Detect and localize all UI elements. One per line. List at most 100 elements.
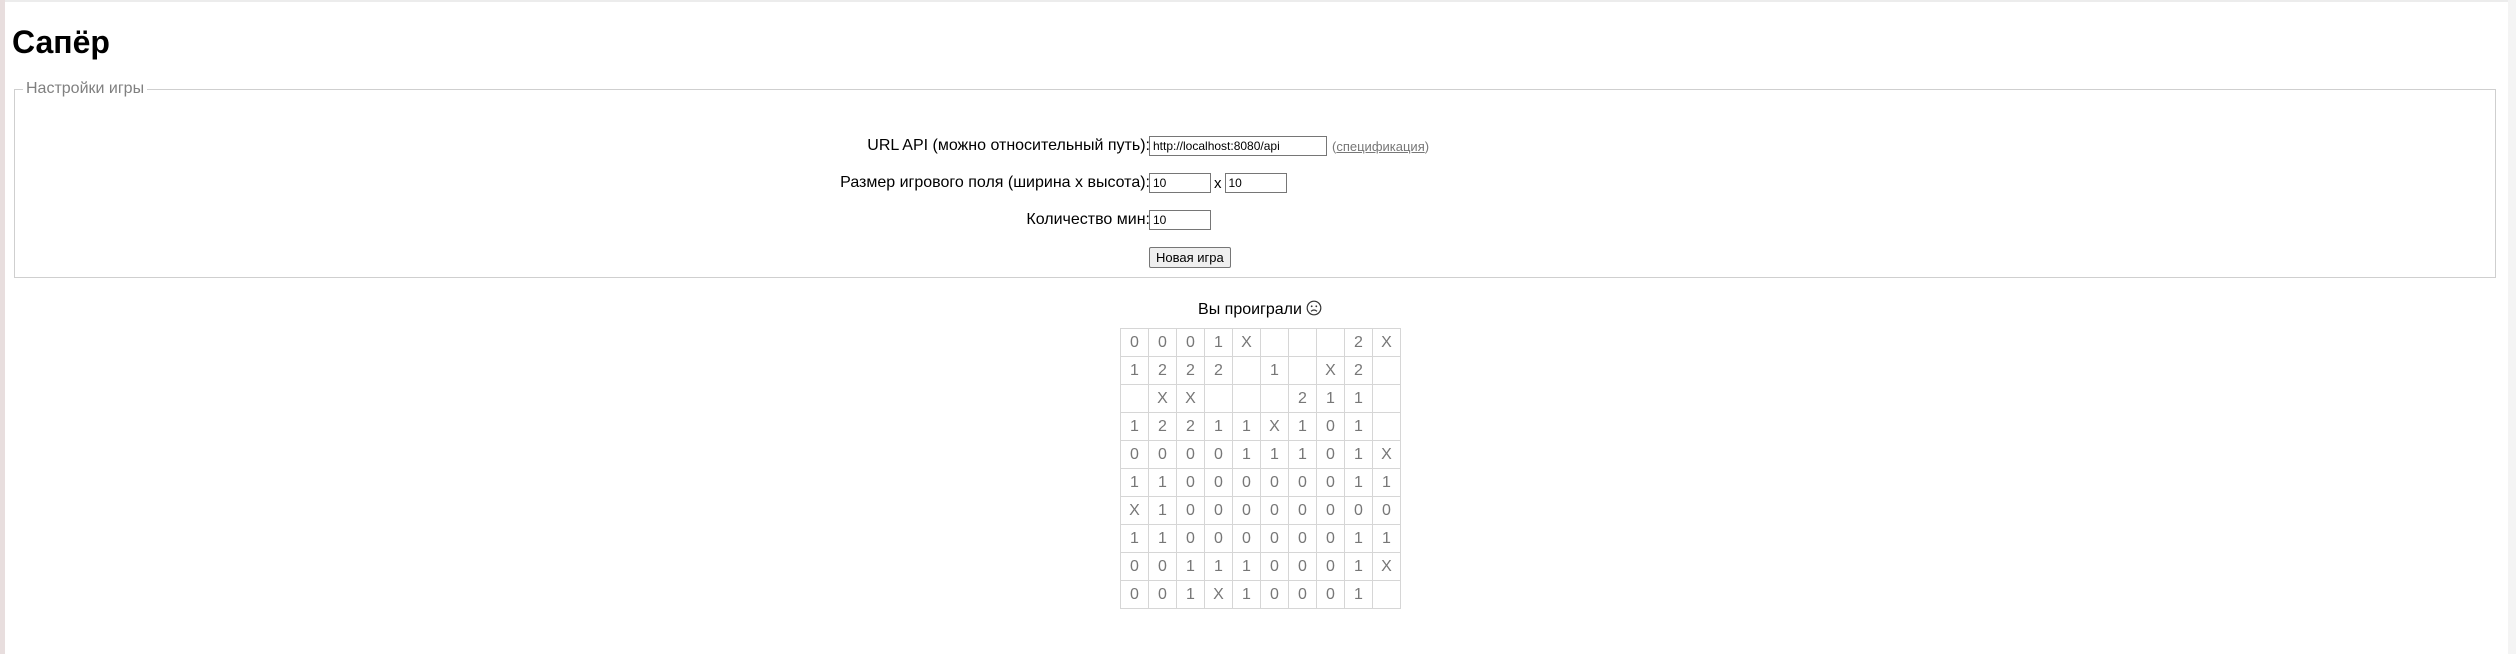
board-cell[interactable]: 0: [1148, 440, 1177, 469]
board-cell[interactable]: 0: [1344, 496, 1373, 525]
board-cell[interactable]: 2: [1288, 384, 1317, 413]
board-cell[interactable]: 1: [1316, 384, 1345, 413]
hidden-cell[interactable]: [1232, 384, 1261, 413]
height-input[interactable]: [1224, 173, 1287, 193]
board-cell[interactable]: 1: [1176, 552, 1205, 581]
spec-link[interactable]: спецификация: [1336, 139, 1424, 154]
hidden-cell[interactable]: [1372, 580, 1401, 609]
hidden-cell[interactable]: [1288, 328, 1317, 357]
mine-cell[interactable]: X: [1120, 496, 1149, 525]
mine-cell[interactable]: X: [1316, 356, 1345, 385]
mine-cell[interactable]: X: [1204, 580, 1233, 609]
board-cell[interactable]: 0: [1288, 552, 1317, 581]
new-game-button[interactable]: Новая игра: [1149, 246, 1231, 268]
board-cell[interactable]: 1: [1148, 468, 1177, 497]
board-cell[interactable]: 1: [1232, 552, 1261, 581]
board-cell[interactable]: 2: [1344, 356, 1373, 385]
hidden-cell[interactable]: [1260, 384, 1289, 413]
board-cell[interactable]: 1: [1344, 552, 1373, 581]
board-cell[interactable]: 0: [1316, 524, 1345, 553]
board-cell[interactable]: 0: [1232, 496, 1261, 525]
board-cell[interactable]: 1: [1204, 412, 1233, 441]
board-cell[interactable]: 0: [1176, 328, 1205, 357]
board-cell[interactable]: 1: [1148, 524, 1177, 553]
board-cell[interactable]: 0: [1260, 524, 1289, 553]
board-cell[interactable]: 0: [1316, 580, 1345, 609]
board-cell[interactable]: 0: [1288, 524, 1317, 553]
board-cell[interactable]: 0: [1120, 552, 1149, 581]
board-cell[interactable]: 1: [1372, 524, 1401, 553]
mine-cell[interactable]: X: [1372, 328, 1401, 357]
board-cell[interactable]: 0: [1176, 524, 1205, 553]
board-cell[interactable]: 0: [1260, 580, 1289, 609]
mine-cell[interactable]: X: [1260, 412, 1289, 441]
board-cell[interactable]: 0: [1316, 496, 1345, 525]
board-cell[interactable]: 1: [1344, 440, 1373, 469]
board-cell[interactable]: 1: [1260, 356, 1289, 385]
board-cell[interactable]: 1: [1120, 412, 1149, 441]
board-cell[interactable]: 1: [1232, 412, 1261, 441]
hidden-cell[interactable]: [1204, 384, 1233, 413]
board-cell[interactable]: 2: [1204, 356, 1233, 385]
api-url-input[interactable]: [1149, 136, 1327, 156]
hidden-cell[interactable]: [1372, 412, 1401, 441]
board-cell[interactable]: 0: [1120, 440, 1149, 469]
hidden-cell[interactable]: [1372, 384, 1401, 413]
hidden-cell[interactable]: [1372, 356, 1401, 385]
mine-cell[interactable]: X: [1148, 384, 1177, 413]
hidden-cell[interactable]: [1260, 328, 1289, 357]
board-cell[interactable]: 1: [1204, 552, 1233, 581]
board-cell[interactable]: 1: [1176, 580, 1205, 609]
mine-cell[interactable]: X: [1372, 440, 1401, 469]
board-cell[interactable]: 0: [1120, 328, 1149, 357]
mine-cell[interactable]: X: [1176, 384, 1205, 413]
board-cell[interactable]: 0: [1120, 580, 1149, 609]
mines-input[interactable]: [1149, 210, 1211, 230]
board-cell[interactable]: 0: [1232, 524, 1261, 553]
board-cell[interactable]: 1: [1344, 524, 1373, 553]
width-input[interactable]: [1149, 173, 1211, 193]
board-cell[interactable]: 0: [1204, 524, 1233, 553]
board-cell[interactable]: 1: [1204, 328, 1233, 357]
board-cell[interactable]: 1: [1120, 468, 1149, 497]
board-cell[interactable]: 2: [1344, 328, 1373, 357]
board-cell[interactable]: 0: [1260, 496, 1289, 525]
board-cell[interactable]: 0: [1148, 552, 1177, 581]
board-cell[interactable]: 0: [1204, 440, 1233, 469]
board-cell[interactable]: 0: [1316, 468, 1345, 497]
hidden-cell[interactable]: [1288, 356, 1317, 385]
board-cell[interactable]: 1: [1232, 580, 1261, 609]
board-cell[interactable]: 1: [1232, 440, 1261, 469]
board-cell[interactable]: 0: [1204, 468, 1233, 497]
board-cell[interactable]: 1: [1344, 384, 1373, 413]
board-cell[interactable]: 0: [1232, 468, 1261, 497]
board-cell[interactable]: 2: [1148, 412, 1177, 441]
board-cell[interactable]: 0: [1176, 440, 1205, 469]
board-cell[interactable]: 0: [1288, 580, 1317, 609]
board-cell[interactable]: 2: [1148, 356, 1177, 385]
board-cell[interactable]: 0: [1316, 412, 1345, 441]
board-cell[interactable]: 0: [1204, 496, 1233, 525]
board-cell[interactable]: 0: [1176, 468, 1205, 497]
board-cell[interactable]: 2: [1176, 356, 1205, 385]
board-cell[interactable]: 0: [1288, 468, 1317, 497]
hidden-cell[interactable]: [1316, 328, 1345, 357]
mine-cell[interactable]: X: [1372, 552, 1401, 581]
board-cell[interactable]: 0: [1148, 328, 1177, 357]
board-cell[interactable]: 0: [1148, 580, 1177, 609]
board-cell[interactable]: 1: [1288, 440, 1317, 469]
board-cell[interactable]: 1: [1344, 412, 1373, 441]
board-cell[interactable]: 0: [1288, 496, 1317, 525]
board-cell[interactable]: 1: [1260, 440, 1289, 469]
board-cell[interactable]: 0: [1176, 496, 1205, 525]
board-cell[interactable]: 0: [1316, 440, 1345, 469]
mine-cell[interactable]: X: [1232, 328, 1261, 357]
board-cell[interactable]: 0: [1260, 552, 1289, 581]
board-cell[interactable]: 1: [1120, 356, 1149, 385]
board-cell[interactable]: 1: [1344, 580, 1373, 609]
hidden-cell[interactable]: [1120, 384, 1149, 413]
board-cell[interactable]: 1: [1120, 524, 1149, 553]
board-cell[interactable]: 2: [1176, 412, 1205, 441]
board-cell[interactable]: 1: [1288, 412, 1317, 441]
hidden-cell[interactable]: [1232, 356, 1261, 385]
